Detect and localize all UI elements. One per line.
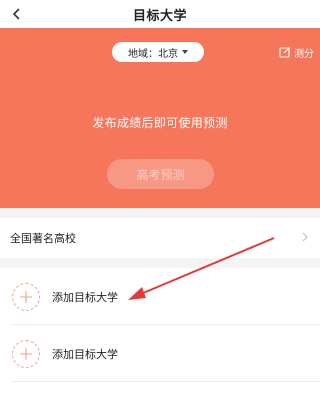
prediction-banner: 地域：北京 测分 发布成绩后即可使用预测 高考预测 (0, 28, 320, 208)
prediction-message: 发布成绩后即可使用预测 (92, 116, 228, 130)
plus-icon (12, 339, 40, 368)
caret-down-icon (182, 50, 188, 54)
region-selector[interactable]: 地域：北京 (112, 42, 204, 62)
divider (12, 381, 320, 382)
add-target-item[interactable]: 添加目标大学 (0, 268, 320, 325)
edit-icon (279, 47, 290, 58)
famous-universities-label: 全国著名高校 (10, 232, 76, 245)
chevron-left-icon (12, 8, 20, 20)
plus-icon (12, 282, 40, 311)
page-title: 目标大学 (132, 8, 187, 24)
score-label: 测分 (294, 48, 314, 60)
famous-universities-row[interactable]: 全国著名高校 (0, 218, 320, 258)
score-button[interactable]: 测分 (279, 43, 314, 61)
target-list: 添加目标大学 添加目标大学 (0, 268, 320, 400)
chevron-right-icon (302, 232, 308, 242)
region-label: 地域：北京 (128, 48, 178, 60)
back-button[interactable] (6, 3, 28, 25)
nav-bar: 目标大学 (0, 0, 320, 28)
add-target-label: 添加目标大学 (52, 347, 118, 361)
predict-button[interactable]: 高考预测 (107, 159, 214, 189)
add-target-label: 添加目标大学 (52, 290, 118, 304)
add-target-item[interactable]: 添加目标大学 (0, 325, 320, 382)
